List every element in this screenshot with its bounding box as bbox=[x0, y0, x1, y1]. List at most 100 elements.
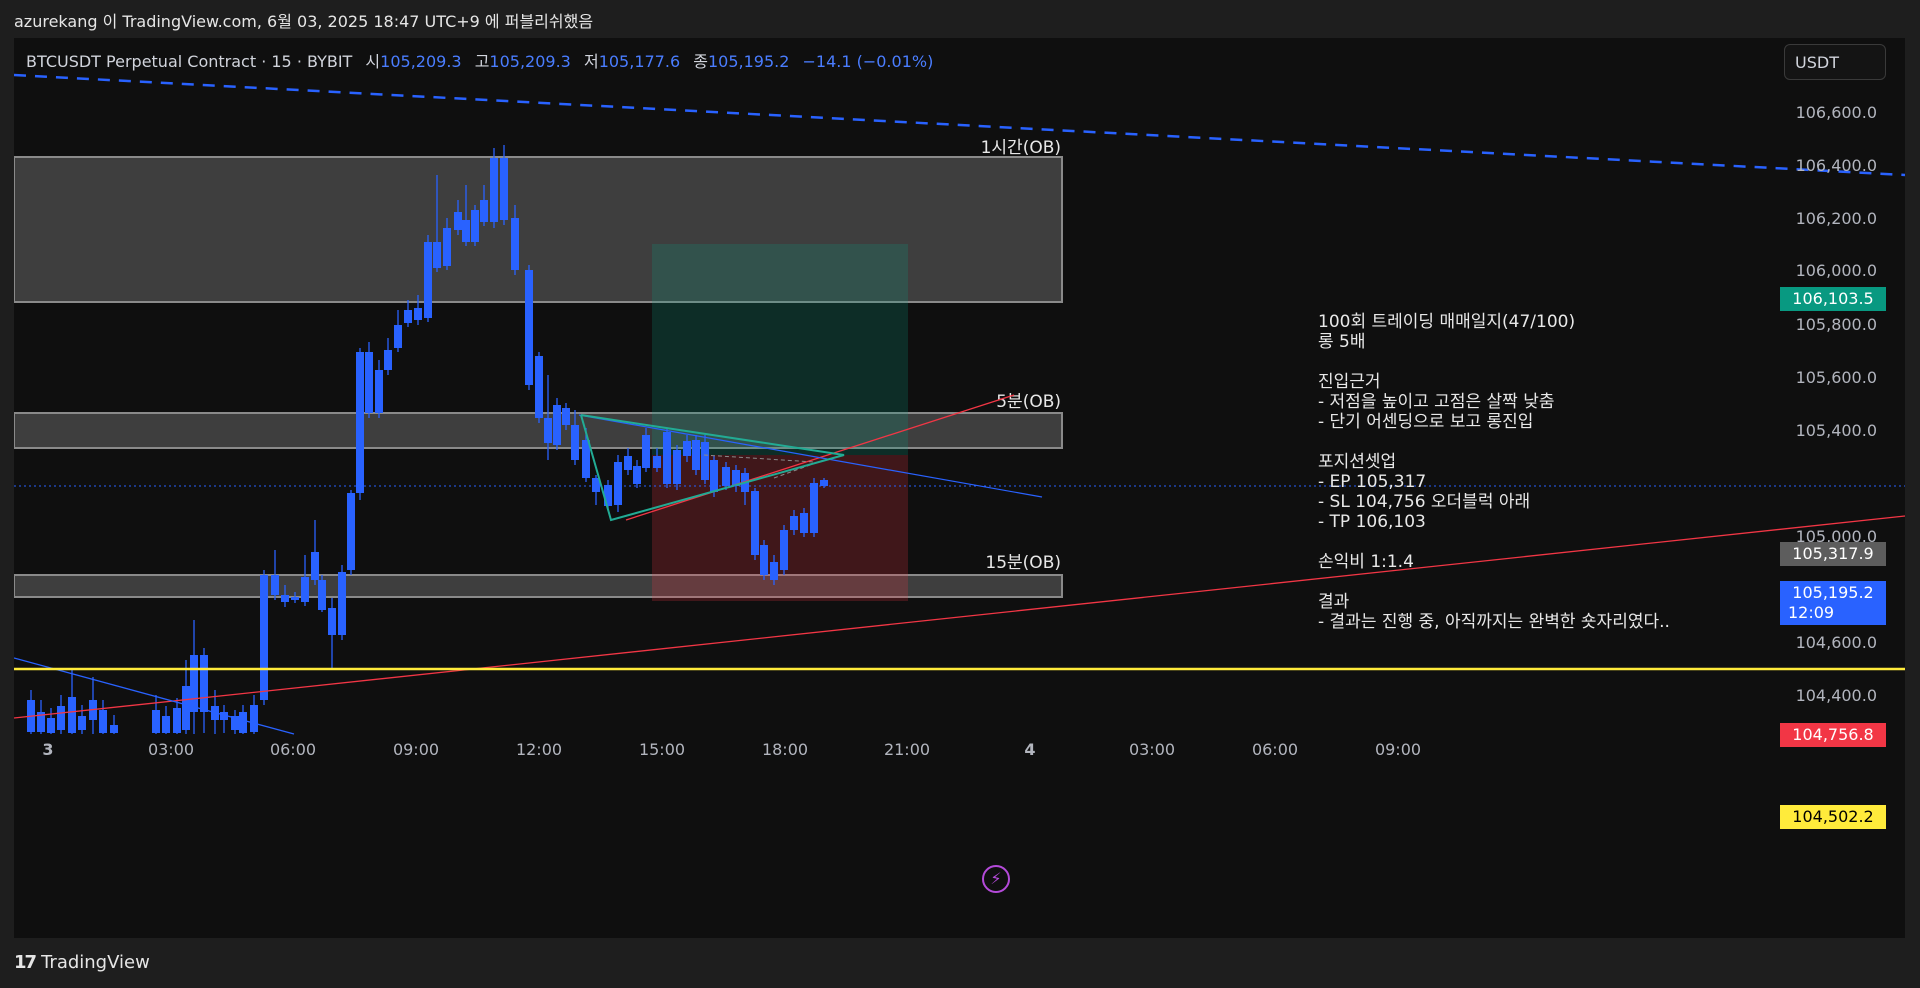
note-line: 롱 5배 bbox=[1318, 332, 1366, 352]
trade-journal-note[interactable]: 100회 트레이딩 매매일지(47/100) 롱 5배 진입근거 - 저점을 높이고… bbox=[1318, 272, 1670, 672]
price-tick-label: 104,600.0 bbox=[1796, 633, 1877, 652]
candle-body bbox=[480, 200, 488, 222]
candle-body bbox=[347, 493, 355, 570]
close-value: 105,195.2 bbox=[707, 52, 790, 71]
zone-label: 1시간(OB) bbox=[981, 138, 1061, 158]
price-tick-label: 106,600.0 bbox=[1796, 103, 1877, 122]
candle-body bbox=[462, 220, 470, 242]
time-tick-label: 4 bbox=[1024, 740, 1035, 759]
note-line: 100회 트레이딩 매매일지(47/100) bbox=[1318, 312, 1576, 332]
time-tick-label: 12:00 bbox=[516, 740, 562, 759]
candle-body bbox=[311, 552, 319, 580]
high-label: 고 bbox=[474, 52, 490, 71]
brand-name: TradingView bbox=[41, 952, 150, 973]
low-value: 105,177.6 bbox=[598, 52, 681, 71]
candle-body bbox=[692, 440, 700, 470]
candle-body bbox=[751, 491, 759, 555]
time-tick-label: 18:00 bbox=[762, 740, 808, 759]
candle-body bbox=[281, 595, 289, 602]
candle-body bbox=[490, 158, 498, 222]
symbol-name: BTCUSDT Perpetual Contract · 15 · BYBIT bbox=[26, 52, 353, 71]
lightning-icon[interactable]: ⚡ bbox=[982, 865, 1010, 893]
candle-body bbox=[239, 712, 247, 733]
candle-body bbox=[338, 572, 346, 635]
zone-label: 15분(OB) bbox=[985, 553, 1061, 573]
candle-body bbox=[780, 530, 788, 570]
candle-body bbox=[710, 460, 718, 492]
take-profit-price-tag: 106,103.5 bbox=[1780, 287, 1886, 311]
candle-body bbox=[701, 442, 709, 480]
loss-area bbox=[652, 455, 908, 601]
note-line: - EP 105,317 bbox=[1318, 472, 1427, 492]
candle-body bbox=[800, 513, 808, 533]
candle-body bbox=[553, 405, 561, 445]
candle-body bbox=[633, 466, 641, 484]
price-tick-label: 105,800.0 bbox=[1796, 315, 1877, 334]
time-tick-label: 15:00 bbox=[639, 740, 685, 759]
candle-body bbox=[250, 705, 258, 732]
candle-body bbox=[770, 562, 778, 580]
time-tick-label: 03:00 bbox=[1129, 740, 1175, 759]
candle-body bbox=[511, 218, 519, 270]
candle-body bbox=[173, 708, 181, 733]
note-line bbox=[1318, 432, 1670, 452]
open-value: 105,209.3 bbox=[380, 52, 462, 71]
candle-body bbox=[673, 450, 681, 484]
candle-body bbox=[471, 210, 479, 242]
note-line: 진입근거 bbox=[1318, 372, 1381, 392]
chart-pane[interactable]: 1시간(OB) 5분(OB) 15분(OB) 106,600.0 106,400.0 1… bbox=[14, 38, 1905, 938]
footer-bar bbox=[0, 938, 1920, 988]
candle-body bbox=[433, 242, 441, 268]
candle-body bbox=[162, 716, 170, 733]
time-tick-label: 06:00 bbox=[1252, 740, 1298, 759]
candle-body bbox=[614, 462, 622, 505]
price-tick-label: 106,000.0 bbox=[1796, 261, 1877, 280]
profit-area bbox=[652, 244, 908, 455]
candle-body bbox=[301, 577, 309, 602]
candle-body bbox=[653, 456, 661, 468]
time-tick-label: 06:00 bbox=[270, 740, 316, 759]
note-line bbox=[1318, 572, 1670, 592]
candle-body bbox=[182, 686, 190, 730]
symbol-legend: BTCUSDT Perpetual Contract · 15 · BYBIT … bbox=[26, 48, 933, 72]
candle-body bbox=[820, 480, 828, 486]
candle-body bbox=[404, 310, 412, 323]
note-line: - TP 106,103 bbox=[1318, 512, 1426, 532]
note-line: - SL 104,756 오더블럭 아래 bbox=[1318, 492, 1531, 512]
candle-body bbox=[99, 710, 107, 733]
zone-label: 5분(OB) bbox=[996, 392, 1061, 412]
candle-body bbox=[356, 352, 364, 493]
candle-body bbox=[810, 483, 818, 533]
note-line: - 저점을 높이고 고점은 살짝 낮춤 bbox=[1318, 392, 1555, 412]
price-tick-label: 106,400.0 bbox=[1796, 156, 1877, 175]
countdown-value: 12:09 bbox=[1788, 603, 1835, 622]
note-line: 포지션셋업 bbox=[1318, 452, 1397, 472]
candle-body bbox=[375, 370, 383, 413]
candle-body bbox=[790, 516, 798, 530]
note-line: - 결과는 진행 중, 아직까지는 완벽한 숏자리였다.. bbox=[1318, 612, 1670, 632]
high-value: 105,209.3 bbox=[489, 52, 571, 71]
candle-body bbox=[152, 710, 160, 733]
horizontal-line-price-tag: 104,502.2 bbox=[1780, 805, 1886, 829]
candle-body bbox=[722, 467, 730, 486]
price-tick-label: 105,400.0 bbox=[1796, 421, 1877, 440]
price-tick-label: 106,200.0 bbox=[1796, 209, 1877, 228]
candle-body bbox=[190, 655, 198, 712]
candle-body bbox=[544, 418, 552, 443]
tradingview-logo[interactable]: 17 TradingView bbox=[14, 952, 150, 973]
note-line: 결과 bbox=[1318, 592, 1350, 612]
candle-body bbox=[200, 655, 208, 712]
entry-price-tag: 105,317.9 bbox=[1780, 542, 1886, 566]
candle-body bbox=[365, 352, 373, 413]
candle-body bbox=[571, 425, 579, 460]
candle-body bbox=[683, 441, 691, 456]
candle-body bbox=[424, 242, 432, 318]
candle-body bbox=[78, 716, 86, 730]
note-line: - 단기 어센딩으로 보고 롱진입 bbox=[1318, 412, 1534, 432]
last-price-value: 105,195.2 bbox=[1792, 583, 1874, 602]
candle-body bbox=[260, 575, 268, 700]
currency-button[interactable]: USDT bbox=[1784, 44, 1886, 80]
time-tick-label: 3 bbox=[42, 740, 53, 759]
publish-info-bar: azurekang 이 TradingView.com, 6월 03, 2025… bbox=[0, 0, 1920, 38]
last-price-tag: 105,195.2 12:09 bbox=[1780, 581, 1886, 625]
